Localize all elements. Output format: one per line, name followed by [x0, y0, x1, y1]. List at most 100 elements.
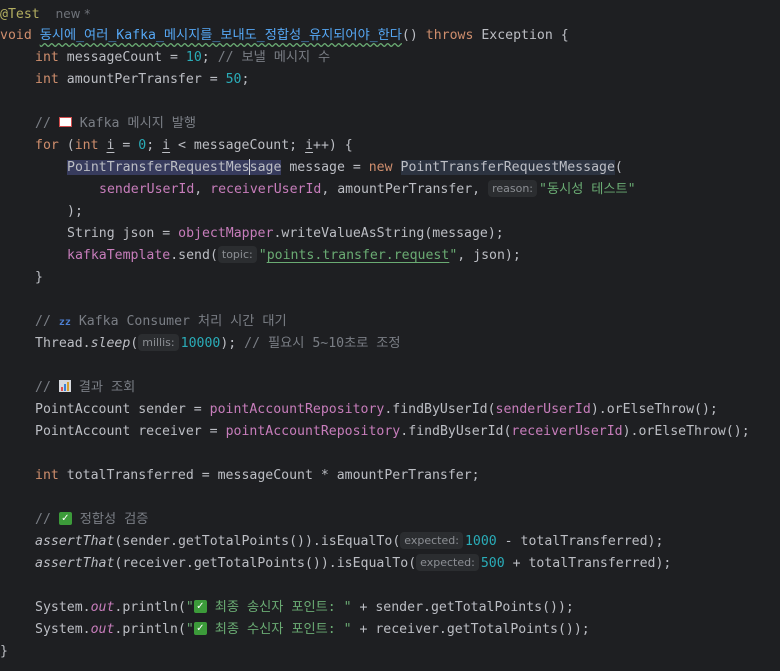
parameter-hint: topic:	[217, 245, 257, 263]
method-call: getTotalPoints	[177, 534, 290, 549]
method-name[interactable]: 동시에_여러_Kafka_메시지를_보내도_정합성_유지되어야_한다	[40, 28, 402, 43]
code-line: // zz Kafka Consumer 처리 시간 대기	[0, 311, 287, 333]
number: 10000	[180, 336, 221, 351]
code-token: =	[114, 138, 139, 153]
code-line: @Test new *	[0, 3, 90, 25]
string: "	[185, 600, 194, 615]
code-line: kafkaTemplate.send(topic: "points.transfe…	[0, 245, 521, 267]
comment: Kafka 메시지 발행	[79, 116, 197, 131]
chart-icon	[58, 380, 71, 392]
method-call: println	[122, 622, 178, 637]
variable: i	[162, 138, 171, 153]
code-token: (	[177, 622, 186, 637]
code-token: , json);	[457, 248, 521, 263]
code-token: PointAccount sender =	[35, 402, 210, 417]
code-token: (	[209, 248, 218, 263]
class-reference[interactable]: PointTransferRequestMessage	[67, 159, 282, 175]
parameter-hint: millis:	[138, 333, 179, 351]
code-token: message =	[281, 160, 369, 175]
code-line: for (int i = 0; i < messageCount; i++) {	[0, 135, 353, 157]
check-icon: ✓	[58, 511, 72, 525]
field: senderUserId	[99, 182, 195, 197]
class-reference[interactable]: PointTransferRequestMessage	[400, 160, 615, 175]
string: "	[258, 248, 267, 263]
code-token: (	[177, 600, 186, 615]
code-token: System.	[35, 622, 91, 637]
code-token: (receiver.	[114, 556, 194, 571]
string: "동시성 테스트"	[539, 182, 636, 197]
parameter-hint: expected:	[416, 553, 479, 571]
field: objectMapper	[178, 226, 274, 241]
code-token: ());	[557, 622, 590, 637]
method-call: println	[122, 600, 178, 615]
keyword: int	[74, 138, 99, 153]
code-token: (sender.	[114, 534, 178, 549]
code-token: System.	[35, 600, 91, 615]
code-token: ();	[725, 424, 750, 439]
code-token: String json =	[67, 226, 179, 241]
author-meta[interactable]: new *	[56, 7, 91, 21]
code-token: Thread.	[35, 336, 91, 351]
code-token: ());	[542, 600, 574, 615]
code-token: );	[220, 336, 237, 351]
parameter-hint: expected:	[400, 531, 463, 549]
keyword: int	[35, 72, 59, 87]
code-line: System.out.println(" ✓ 최종 송신자 포인트: " + se…	[0, 597, 574, 619]
method-call: isEqualTo	[320, 534, 393, 549]
code-token: + sender.	[351, 600, 431, 615]
code-line: // Kafka 메시지 발행	[0, 113, 196, 135]
comment: 정합성 검증	[79, 512, 149, 527]
method-call: send	[178, 248, 210, 263]
code-token: .	[400, 424, 409, 439]
code-token: ;	[241, 72, 250, 87]
variable: messageCount	[66, 50, 163, 65]
code-line: Thread.sleep(millis: 10000); // 필요시 5~10초…	[0, 333, 401, 355]
code-token: =	[162, 50, 186, 65]
method-call: assertThat	[35, 534, 115, 549]
code-line: PointAccount receiver = pointAccountRepo…	[0, 421, 750, 443]
code-line: senderUserId, receiverUserId, amountPerT…	[0, 179, 636, 201]
code-token: totalTransferred = messageCount * amount…	[58, 468, 480, 483]
topic-string[interactable]: points.transfer.request	[267, 248, 450, 263]
method-call: getTotalPoints	[193, 556, 305, 571]
method-call: orElseThrow	[638, 424, 726, 439]
keyword: for	[35, 138, 59, 153]
code-token: (	[130, 336, 139, 351]
method-call: assertThat	[35, 556, 115, 571]
code-token: ).	[622, 424, 639, 439]
code-token: (message);	[424, 226, 504, 241]
code-line: assertThat(sender.getTotalPoints()).isEq…	[0, 531, 663, 553]
code-line: PointTransferRequestMessage message = ne…	[0, 157, 623, 179]
class-name: PointTransferRequestMes	[67, 160, 250, 175]
code-editor[interactable]: @Test new * void 동시에_여러_Kafka_메시지를_보내도_정…	[0, 0, 780, 671]
variable: amountPerTransfer	[66, 72, 202, 87]
code-token: (	[408, 556, 417, 571]
code-token: ()).	[289, 534, 321, 549]
parameter-hint: reason:	[488, 179, 537, 197]
code-line: // 결과 조회	[0, 377, 135, 399]
field: receiverUserId	[511, 424, 623, 439]
keyword: int	[35, 468, 59, 483]
code-token: ,	[194, 182, 211, 197]
string: 최종 송신자 포인트: "	[206, 600, 352, 615]
code-token: (	[487, 402, 496, 417]
keyword: throws	[425, 28, 474, 43]
method-call: findByUserId	[392, 402, 488, 417]
code-token: );	[67, 204, 83, 219]
code-line: int amountPerTransfer = 50;	[0, 69, 249, 91]
method-call: sleep	[90, 336, 131, 351]
code-line: String json = objectMapper.writeValueAsS…	[0, 223, 504, 245]
code-token: ).	[590, 402, 607, 417]
code-line: int totalTransferred = messageCount * am…	[0, 465, 480, 487]
number: 500	[480, 556, 505, 571]
code-token: ++) {	[313, 138, 353, 153]
static-field: out	[90, 622, 115, 637]
keyword: new	[368, 160, 393, 175]
code-line: );	[0, 201, 83, 223]
class-name: sage	[249, 160, 282, 175]
code-line: PointAccount sender = pointAccountReposi…	[0, 399, 718, 421]
code-line: // ✓ 정합성 검증	[0, 509, 148, 531]
field: pointAccountRepository	[225, 424, 401, 439]
code-line: void 동시에_여러_Kafka_메시지를_보내도_정합성_유지되어야_한다(…	[0, 25, 569, 47]
comment: Kafka Consumer 처리 시간 대기	[78, 314, 287, 329]
